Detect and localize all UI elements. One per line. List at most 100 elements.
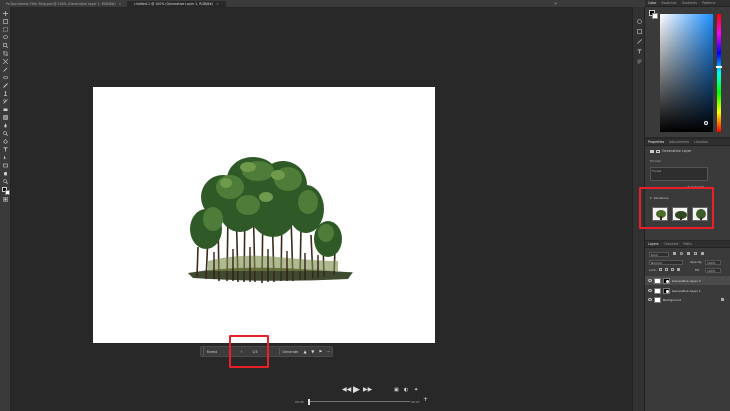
tab-layers[interactable]: Layers (648, 242, 659, 246)
layer-row[interactable]: Generative Layer 1 (645, 286, 730, 295)
document-tab-2[interactable]: Untitled-1 @ 100% (Generative Layer 1, R… (128, 1, 226, 7)
layer-row[interactable]: Generative Layer 2 (645, 276, 730, 285)
generative-layer-icon (650, 149, 654, 153)
shape-filter-icon[interactable] (694, 252, 697, 255)
hue-slider[interactable] (716, 14, 722, 132)
prompt-label: Prompt (650, 159, 661, 163)
layer-mask-thumbnail[interactable] (663, 277, 670, 284)
visibility-eye-icon[interactable] (648, 289, 652, 292)
frame-tool-icon[interactable] (3, 59, 8, 64)
document-tab-1[interactable]: Ps Documents Title: Ring.psd @ 100% (Gen… (0, 1, 129, 7)
type-filter-icon[interactable] (687, 252, 690, 255)
object-selection-tool-icon[interactable] (3, 43, 8, 48)
document-tab-1-label: Ps Documents Title: Ring.psd @ 100% (Gen… (6, 2, 116, 6)
document-tab-bar: Ps Documents Title: Ring.psd @ 100% (Gen… (0, 0, 645, 7)
rewind-icon[interactable]: ◀◀ (342, 386, 351, 393)
color-panel-tabs: Color Swatches Gradients Patterns (645, 0, 730, 7)
smart-object-filter-icon[interactable] (701, 252, 704, 255)
fill-input[interactable]: 100% (705, 268, 721, 273)
tab-properties[interactable]: Properties (648, 140, 664, 144)
crop-tool-icon[interactable] (3, 51, 8, 56)
tab-channels[interactable]: Channels (664, 242, 679, 246)
brush-tool-icon[interactable] (3, 83, 8, 88)
lock-all-icon[interactable] (677, 268, 680, 271)
flag-icon[interactable]: ⚑ (317, 347, 325, 356)
gradient-tool-icon[interactable] (3, 115, 8, 120)
background-color-swatch[interactable] (5, 190, 10, 195)
layer-row[interactable]: Background (645, 295, 730, 304)
path-selection-tool-icon[interactable] (3, 155, 8, 160)
thumbs-up-icon[interactable]: ▲ (301, 347, 309, 356)
layer-filter-icons (673, 252, 704, 255)
close-icon[interactable]: × (119, 2, 122, 6)
seek-bar[interactable] (310, 401, 410, 402)
artboard-tool-icon[interactable] (3, 19, 8, 24)
clone-stamp-tool-icon[interactable] (3, 91, 8, 96)
prompt-textarea[interactable]: Forest (650, 167, 708, 181)
pen-tool-icon[interactable] (3, 139, 8, 144)
play-icon[interactable]: ▶ (353, 385, 360, 395)
opacity-input[interactable]: 100% (705, 260, 721, 265)
eraser-tool-icon[interactable] (3, 107, 8, 112)
hue-slider-handle[interactable] (716, 66, 722, 68)
tab-color[interactable]: Color (648, 1, 656, 5)
fast-forward-icon[interactable]: ▶▶ (363, 386, 372, 393)
volume-icon[interactable]: ◐ (404, 387, 408, 393)
visibility-eye-icon[interactable] (648, 298, 652, 301)
lock-position-icon[interactable] (671, 268, 674, 271)
tools-bar (0, 7, 11, 411)
color-panel: Color Swatches Gradients Patterns (645, 0, 730, 137)
seek-handle[interactable] (308, 399, 310, 405)
history-panel-icon[interactable] (637, 19, 642, 24)
tab-swatches[interactable]: Swatches (661, 1, 676, 5)
settings-icon[interactable]: ✦ (414, 387, 418, 393)
tab-overflow-icon[interactable]: » (554, 1, 557, 7)
hand-tool-icon[interactable] (3, 171, 8, 176)
captions-icon[interactable]: ▣ (394, 387, 399, 393)
lock-transparent-icon[interactable] (659, 268, 662, 271)
thumbs-down-icon[interactable]: ▼ (309, 347, 317, 356)
prompt-field[interactable]: Forest (204, 347, 231, 356)
rectangle-tool-icon[interactable] (3, 163, 8, 168)
quick-mask-icon[interactable] (3, 197, 8, 202)
visibility-eye-icon[interactable] (648, 279, 652, 282)
layer-thumbnail (654, 296, 661, 303)
layer-mask-thumbnail[interactable] (663, 287, 670, 294)
layer-filter-kind[interactable]: Kind (649, 252, 669, 257)
generate-button[interactable]: Generate (279, 347, 301, 356)
dodge-tool-icon[interactable] (3, 131, 8, 136)
healing-brush-tool-icon[interactable] (3, 75, 8, 80)
paragraph-panel-icon[interactable] (637, 59, 642, 64)
tab-paths[interactable]: Paths (683, 242, 692, 246)
move-tool-icon[interactable] (3, 11, 8, 16)
lock-image-icon[interactable] (665, 268, 668, 271)
type-tool-icon[interactable] (3, 147, 8, 152)
blur-tool-icon[interactable] (3, 123, 8, 128)
tab-adjustments[interactable]: Adjustments (669, 140, 689, 144)
brush-settings-panel-icon[interactable] (637, 39, 642, 44)
marquee-tool-icon[interactable] (3, 27, 8, 32)
tab-libraries[interactable]: Libraries (694, 140, 708, 144)
character-panel-icon[interactable] (637, 49, 642, 54)
layers-panel-tabs: Layers Channels Paths (645, 241, 730, 248)
fill-label: Fill: (695, 268, 701, 272)
info-panel-icon[interactable] (637, 29, 642, 34)
fullscreen-icon[interactable]: + (423, 396, 428, 403)
tab-patterns[interactable]: Patterns (702, 1, 715, 5)
highlight-box-taskbar (229, 335, 269, 368)
layer-name: Generative Layer 1 (672, 288, 701, 293)
history-brush-tool-icon[interactable] (3, 99, 8, 104)
more-options-button[interactable]: ··· (324, 347, 332, 356)
pixel-filter-icon[interactable] (673, 252, 676, 255)
color-picker-field[interactable] (660, 14, 713, 132)
lasso-tool-icon[interactable] (3, 35, 8, 40)
zoom-tool-icon[interactable] (3, 179, 8, 184)
background-color-chip[interactable] (652, 13, 658, 19)
tab-gradients[interactable]: Gradients (682, 1, 698, 5)
close-icon[interactable]: × (216, 2, 219, 6)
color-picker-handle[interactable] (704, 121, 708, 125)
blend-mode-select[interactable]: Normal (649, 260, 683, 265)
adjustment-filter-icon[interactable] (680, 252, 683, 255)
document-canvas[interactable] (93, 87, 435, 343)
eyedropper-tool-icon[interactable] (3, 67, 8, 72)
